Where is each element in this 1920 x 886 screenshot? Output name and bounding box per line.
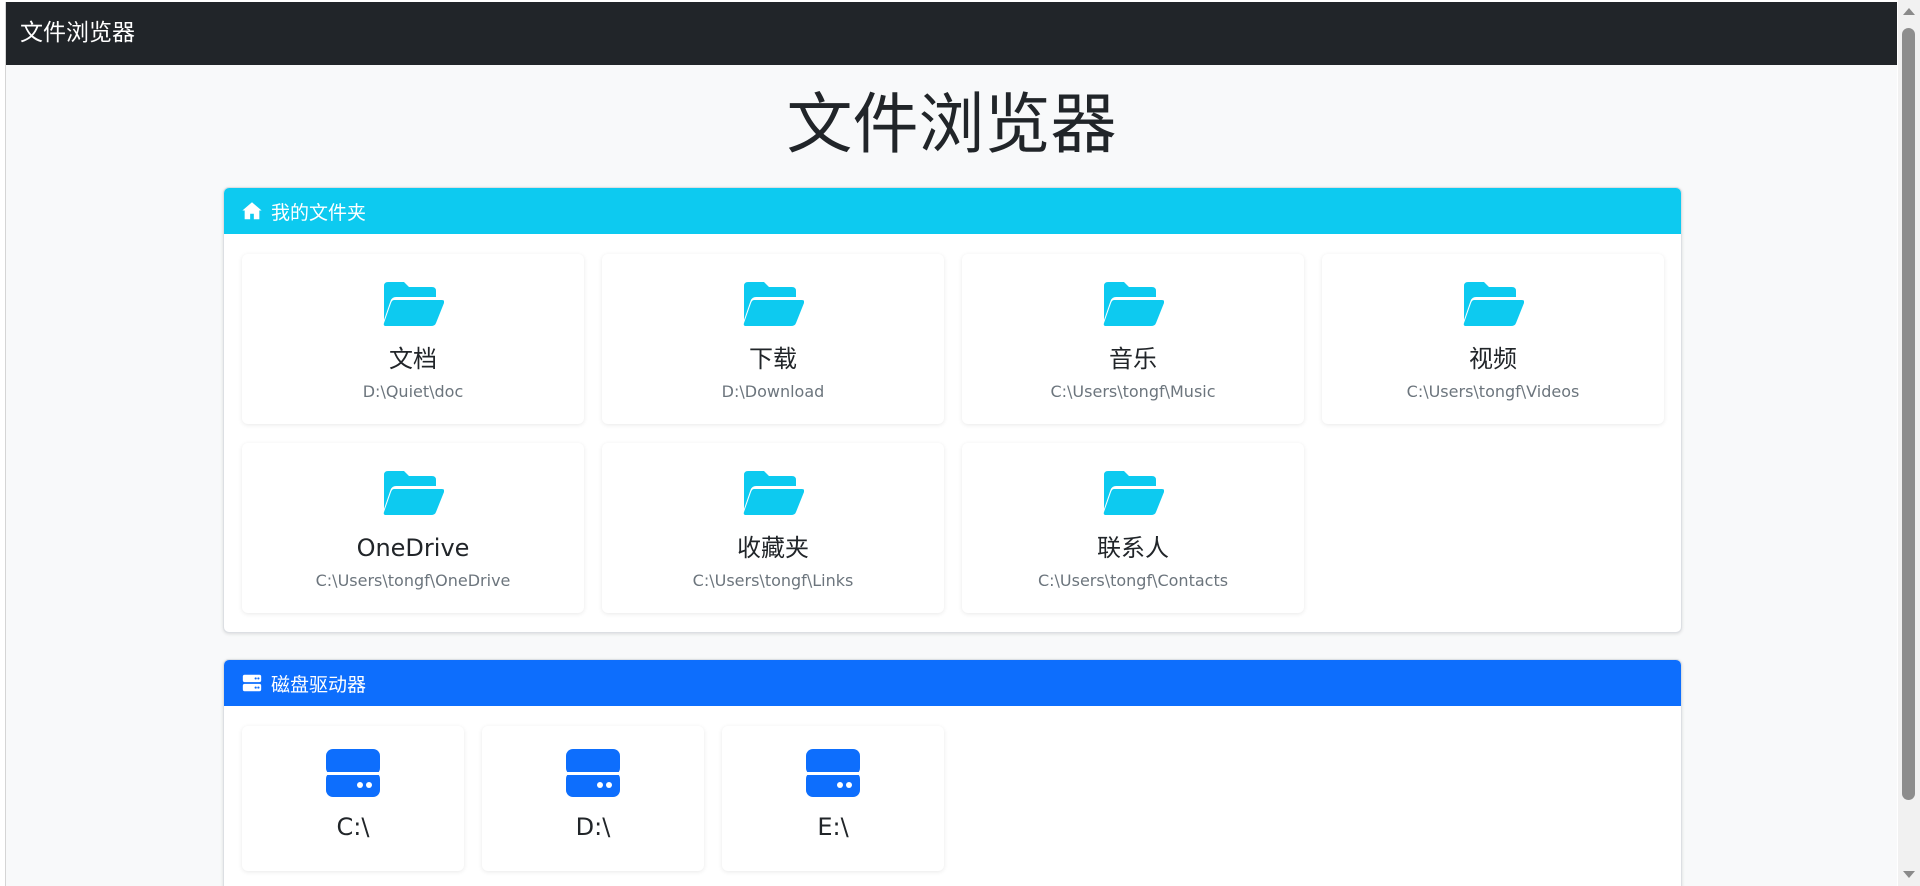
folder-path: D:\Quiet\doc: [362, 382, 464, 401]
folder-tile-videos[interactable]: 视频 C:\Users\tongf\Videos: [1322, 254, 1664, 424]
folder-open-icon: [743, 471, 805, 515]
folders-card: 我的文件夹 文档 D:\Quiet\doc 下载 D:\Download 音乐 …: [223, 187, 1682, 633]
folder-tile-documents[interactable]: 文档 D:\Quiet\doc: [242, 254, 584, 424]
folder-name: 下载: [749, 345, 797, 373]
folder-name: 音乐: [1109, 345, 1157, 373]
drive-label: C:\: [336, 813, 370, 841]
folder-path: C:\Users\tongf\Videos: [1406, 382, 1580, 401]
drives-card: 磁盘驱动器 C:\ D:\ E:\: [223, 659, 1682, 886]
folder-name: 收藏夹: [737, 534, 809, 562]
drives-card-title: 磁盘驱动器: [271, 673, 367, 696]
folder-path: C:\Users\tongf\Links: [692, 571, 854, 590]
folder-open-icon: [1463, 282, 1525, 326]
folder-tile-downloads[interactable]: 下载 D:\Download: [602, 254, 944, 424]
folder-open-icon: [743, 282, 805, 326]
folder-tile-contacts[interactable]: 联系人 C:\Users\tongf\Contacts: [962, 443, 1304, 613]
folder-path: C:\Users\tongf\OneDrive: [315, 571, 511, 590]
hdd-icon: [806, 749, 860, 797]
folder-name: OneDrive: [356, 534, 470, 562]
folder-open-icon: [383, 471, 445, 515]
folder-path: C:\Users\tongf\Contacts: [1037, 571, 1229, 590]
folder-tile-favorites[interactable]: 收藏夹 C:\Users\tongf\Links: [602, 443, 944, 613]
folders-card-title: 我的文件夹: [271, 201, 367, 224]
home-icon: [242, 202, 262, 220]
folder-name: 联系人: [1097, 534, 1169, 562]
folders-card-header: 我的文件夹: [224, 188, 1681, 234]
drive-tile-d[interactable]: D:\: [482, 726, 704, 871]
folder-open-icon: [1103, 282, 1165, 326]
scroll-up-arrow-icon[interactable]: [1903, 8, 1915, 15]
folder-name: 视频: [1469, 345, 1517, 373]
folder-name: 文档: [389, 345, 437, 373]
folder-path: C:\Users\tongf\Music: [1050, 382, 1216, 401]
drive-label: D:\: [575, 813, 611, 841]
folder-path: D:\Download: [721, 382, 825, 401]
navbar-brand[interactable]: 文件浏览器: [20, 2, 135, 65]
hdd-icon: [326, 749, 380, 797]
drive-label: E:\: [817, 813, 849, 841]
page-title: 文件浏览器: [786, 86, 1117, 163]
hdd-stack-icon: [242, 674, 262, 692]
page-viewport: 文件浏览器 文件浏览器 我的文件夹 文档 D:\Quiet\doc 下载 D:\…: [5, 2, 1897, 886]
drive-tile-c[interactable]: C:\: [242, 726, 464, 871]
scroll-down-arrow-icon[interactable]: [1903, 871, 1915, 878]
top-navbar: 文件浏览器: [6, 2, 1897, 65]
folder-tile-music[interactable]: 音乐 C:\Users\tongf\Music: [962, 254, 1304, 424]
folder-open-icon: [383, 282, 445, 326]
scroll-thumb[interactable]: [1902, 28, 1915, 800]
folder-open-icon: [1103, 471, 1165, 515]
vertical-scrollbar[interactable]: [1898, 0, 1920, 886]
folder-tile-onedrive[interactable]: OneDrive C:\Users\tongf\OneDrive: [242, 443, 584, 613]
browser-window: 文件浏览器 文件浏览器 我的文件夹 文档 D:\Quiet\doc 下载 D:\…: [0, 0, 1920, 886]
hdd-icon: [566, 749, 620, 797]
drives-card-header: 磁盘驱动器: [224, 660, 1681, 706]
drive-tile-e[interactable]: E:\: [722, 726, 944, 871]
